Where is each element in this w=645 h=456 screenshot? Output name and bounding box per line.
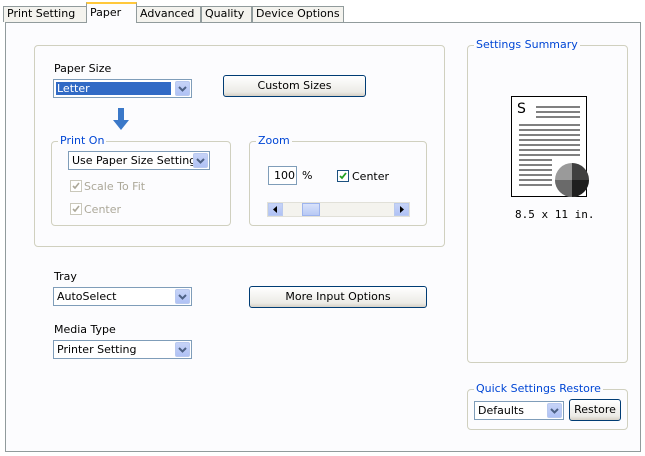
tab-quality[interactable]: Quality bbox=[201, 6, 252, 22]
chevron-down-icon bbox=[547, 403, 562, 418]
chevron-down-icon bbox=[193, 153, 208, 168]
zoom-unit: % bbox=[302, 169, 313, 182]
check-icon bbox=[339, 172, 347, 180]
restore-label: Restore bbox=[574, 403, 616, 416]
chevron-right-icon bbox=[400, 206, 404, 213]
media-type-label: Media Type bbox=[54, 323, 116, 336]
tray-label: Tray bbox=[54, 270, 77, 283]
tab-print-setting[interactable]: Print Setting bbox=[3, 6, 87, 22]
page-letter: S bbox=[517, 101, 526, 117]
paper-size-select[interactable]: Letter bbox=[53, 79, 192, 98]
print-on-legend: Print On bbox=[58, 134, 107, 148]
check-icon bbox=[72, 205, 80, 213]
quick-restore-value: Defaults bbox=[478, 404, 524, 417]
print-on-center-label: Center bbox=[84, 203, 122, 216]
zoom-center-label: Center bbox=[352, 170, 390, 183]
zoom-input[interactable]: 100 bbox=[268, 166, 297, 185]
paper-size-value: Letter bbox=[56, 82, 171, 95]
chevron-left-icon bbox=[273, 206, 277, 213]
print-on-center-checkbox[interactable] bbox=[70, 203, 82, 215]
zoom-slider-thumb[interactable] bbox=[302, 203, 320, 216]
print-on-value: Use Paper Size Setting bbox=[72, 154, 197, 167]
tab-device-options[interactable]: Device Options bbox=[252, 6, 344, 22]
tab-paper[interactable]: Paper bbox=[86, 2, 137, 23]
quick-restore-select[interactable]: Defaults bbox=[474, 401, 564, 420]
media-type-select[interactable]: Printer Setting bbox=[53, 340, 192, 359]
media-type-value: Printer Setting bbox=[57, 343, 137, 356]
tray-value: AutoSelect bbox=[57, 290, 117, 303]
tab-label: Print Setting bbox=[7, 7, 76, 20]
scale-to-fit-checkbox[interactable] bbox=[70, 180, 82, 192]
print-on-select[interactable]: Use Paper Size Setting bbox=[68, 151, 210, 170]
tab-label: Quality bbox=[205, 7, 245, 20]
quick-restore-legend: Quick Settings Restore bbox=[474, 382, 603, 396]
paper-size-label: Paper Size bbox=[54, 62, 112, 75]
zoom-value: 100 bbox=[274, 169, 295, 182]
more-input-options-button[interactable]: More Input Options bbox=[249, 286, 427, 308]
more-input-options-label: More Input Options bbox=[285, 290, 391, 303]
zoom-slider-track[interactable] bbox=[267, 202, 410, 217]
pie-graphic-icon bbox=[555, 163, 589, 197]
scroll-right-button[interactable] bbox=[394, 203, 409, 216]
check-icon bbox=[72, 182, 80, 190]
zoom-center-checkbox[interactable] bbox=[337, 170, 349, 182]
chevron-down-icon bbox=[175, 81, 190, 96]
chevron-down-icon bbox=[175, 289, 190, 304]
tab-advanced[interactable]: Advanced bbox=[136, 6, 201, 22]
settings-summary-group: Settings Summary bbox=[467, 38, 628, 363]
tray-select[interactable]: AutoSelect bbox=[53, 287, 192, 306]
tab-strip: Print Setting Paper Advanced Quality Dev… bbox=[0, 0, 645, 23]
tab-label: Device Options bbox=[256, 7, 340, 20]
arrow-down-icon bbox=[113, 108, 129, 130]
tab-label: Paper bbox=[90, 6, 122, 19]
scroll-left-button[interactable] bbox=[268, 203, 283, 216]
custom-sizes-label: Custom Sizes bbox=[257, 79, 332, 92]
restore-button[interactable]: Restore bbox=[569, 399, 621, 421]
settings-summary-legend: Settings Summary bbox=[474, 38, 580, 52]
chevron-down-icon bbox=[175, 342, 190, 357]
custom-sizes-button[interactable]: Custom Sizes bbox=[223, 75, 366, 97]
paper-dimensions: 8.5 x 11 in. bbox=[515, 208, 595, 221]
zoom-legend: Zoom bbox=[256, 134, 292, 148]
tab-label: Advanced bbox=[140, 7, 195, 20]
scale-to-fit-label: Scale To Fit bbox=[84, 180, 146, 193]
